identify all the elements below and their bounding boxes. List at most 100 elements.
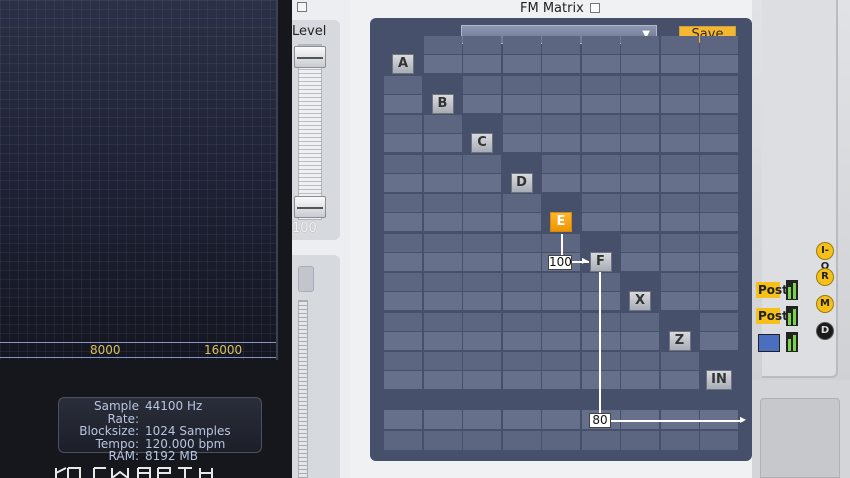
matrix-cell[interactable] (384, 75, 422, 94)
matrix-cell[interactable] (660, 371, 699, 389)
matrix-cell[interactable] (384, 134, 422, 152)
matrix-cell[interactable] (621, 352, 659, 370)
matrix-cell[interactable] (581, 292, 620, 310)
matrix-cell[interactable] (700, 233, 738, 252)
matrix-cell[interactable] (542, 75, 580, 94)
matrix-cell[interactable] (384, 273, 422, 291)
disable-mode-button[interactable]: D (816, 322, 834, 340)
matrix-cell[interactable] (384, 194, 422, 212)
matrix-cell[interactable] (621, 194, 659, 212)
matrix-cell[interactable] (423, 233, 462, 252)
operator-f[interactable]: F (589, 251, 612, 272)
post-button-1[interactable]: Post (756, 282, 788, 298)
matrix-cell[interactable] (423, 331, 462, 350)
matrix-cell[interactable] (621, 115, 659, 133)
matrix-cell[interactable] (463, 36, 501, 54)
matrix-cell[interactable] (384, 252, 422, 271)
operator-e[interactable]: E (550, 212, 572, 232)
matrix-cell[interactable] (542, 292, 580, 310)
matrix-cell[interactable] (700, 292, 738, 310)
output-cell[interactable] (621, 431, 659, 450)
matrix-cell[interactable] (581, 75, 620, 94)
matrix-cell[interactable] (700, 331, 738, 350)
matrix-cell[interactable] (581, 352, 620, 370)
matrix-cell[interactable] (384, 292, 422, 310)
output-cell[interactable] (463, 410, 501, 429)
expand-icon[interactable] (297, 2, 307, 12)
matrix-cell[interactable] (660, 115, 699, 133)
matrix-cell[interactable] (384, 312, 422, 331)
matrix-cell[interactable] (581, 371, 620, 389)
matrix-cell[interactable] (463, 173, 501, 192)
level-fader-bottom-handle[interactable] (294, 196, 326, 218)
matrix-cell[interactable] (621, 213, 659, 231)
matrix-cell[interactable] (621, 154, 659, 173)
matrix-cell[interactable] (621, 312, 659, 331)
matrix-cell[interactable] (502, 94, 541, 113)
matrix-cell[interactable] (542, 371, 580, 389)
matrix-cell[interactable] (542, 273, 580, 291)
matrix-cell[interactable] (463, 352, 501, 370)
operator-b[interactable]: B (431, 93, 454, 114)
matrix-cell[interactable] (423, 134, 462, 152)
matrix-cell[interactable] (660, 233, 699, 252)
matrix-cell[interactable] (660, 252, 699, 271)
matrix-cell[interactable] (542, 154, 580, 173)
matrix-cell[interactable] (700, 154, 738, 173)
matrix-cell[interactable] (700, 194, 738, 212)
matrix-cell[interactable] (660, 134, 699, 152)
matrix-cell[interactable] (700, 115, 738, 133)
matrix-cell[interactable] (581, 55, 620, 73)
matrix-cell[interactable] (581, 134, 620, 152)
matrix-cell[interactable] (463, 331, 501, 350)
matrix-cell[interactable] (621, 94, 659, 113)
meter-knob[interactable] (298, 266, 314, 292)
matrix-cell[interactable] (621, 233, 659, 252)
matrix-cell[interactable] (423, 36, 462, 54)
matrix-cell[interactable] (660, 213, 699, 231)
matrix-cell[interactable] (423, 352, 462, 370)
matrix-cell[interactable] (384, 352, 422, 370)
operator-x[interactable]: X (629, 291, 651, 311)
matrix-cell[interactable] (581, 273, 620, 291)
matrix-cell[interactable] (384, 115, 422, 133)
matrix-cell[interactable] (423, 213, 462, 231)
matrix-cell[interactable] (660, 273, 699, 291)
matrix-cell[interactable] (502, 352, 541, 370)
matrix-cell[interactable] (700, 213, 738, 231)
matrix-cell[interactable] (581, 173, 620, 192)
matrix-cell[interactable] (542, 173, 580, 192)
matrix-cell[interactable] (423, 371, 462, 389)
matrix-cell[interactable] (621, 173, 659, 192)
matrix-cell[interactable] (502, 134, 541, 152)
matrix-cell[interactable] (502, 194, 541, 212)
matrix-cell[interactable] (384, 213, 422, 231)
matrix-cell[interactable] (463, 94, 501, 113)
matrix-cell[interactable] (621, 331, 659, 350)
matrix-cell[interactable] (502, 233, 541, 252)
record-mode-button[interactable]: R (816, 268, 834, 286)
matrix-cell[interactable] (660, 94, 699, 113)
matrix-cell[interactable] (423, 154, 462, 173)
matrix-cell[interactable] (700, 94, 738, 113)
channel-toggle[interactable] (758, 334, 780, 352)
matrix-cell[interactable] (660, 352, 699, 370)
operator-d[interactable]: D (510, 172, 533, 193)
matrix-cell[interactable] (463, 213, 501, 231)
output-cell[interactable] (542, 410, 580, 429)
matrix-cell[interactable] (700, 134, 738, 152)
matrix-cell[interactable] (463, 194, 501, 212)
matrix-cell[interactable] (660, 292, 699, 310)
matrix-cell[interactable] (621, 134, 659, 152)
matrix-cell[interactable] (463, 154, 501, 173)
mod-amount-e-to-f[interactable]: 100 (548, 255, 572, 270)
matrix-cell[interactable] (660, 36, 699, 54)
matrix-cell[interactable] (581, 312, 620, 331)
matrix-cell[interactable] (423, 115, 462, 133)
operator-c[interactable]: C (471, 133, 493, 153)
post-button-2[interactable]: Post (756, 308, 788, 324)
matrix-cell[interactable] (463, 292, 501, 310)
output-cell[interactable] (463, 431, 501, 450)
mute-mode-button[interactable]: M (816, 295, 834, 313)
matrix-cell[interactable] (502, 252, 541, 271)
